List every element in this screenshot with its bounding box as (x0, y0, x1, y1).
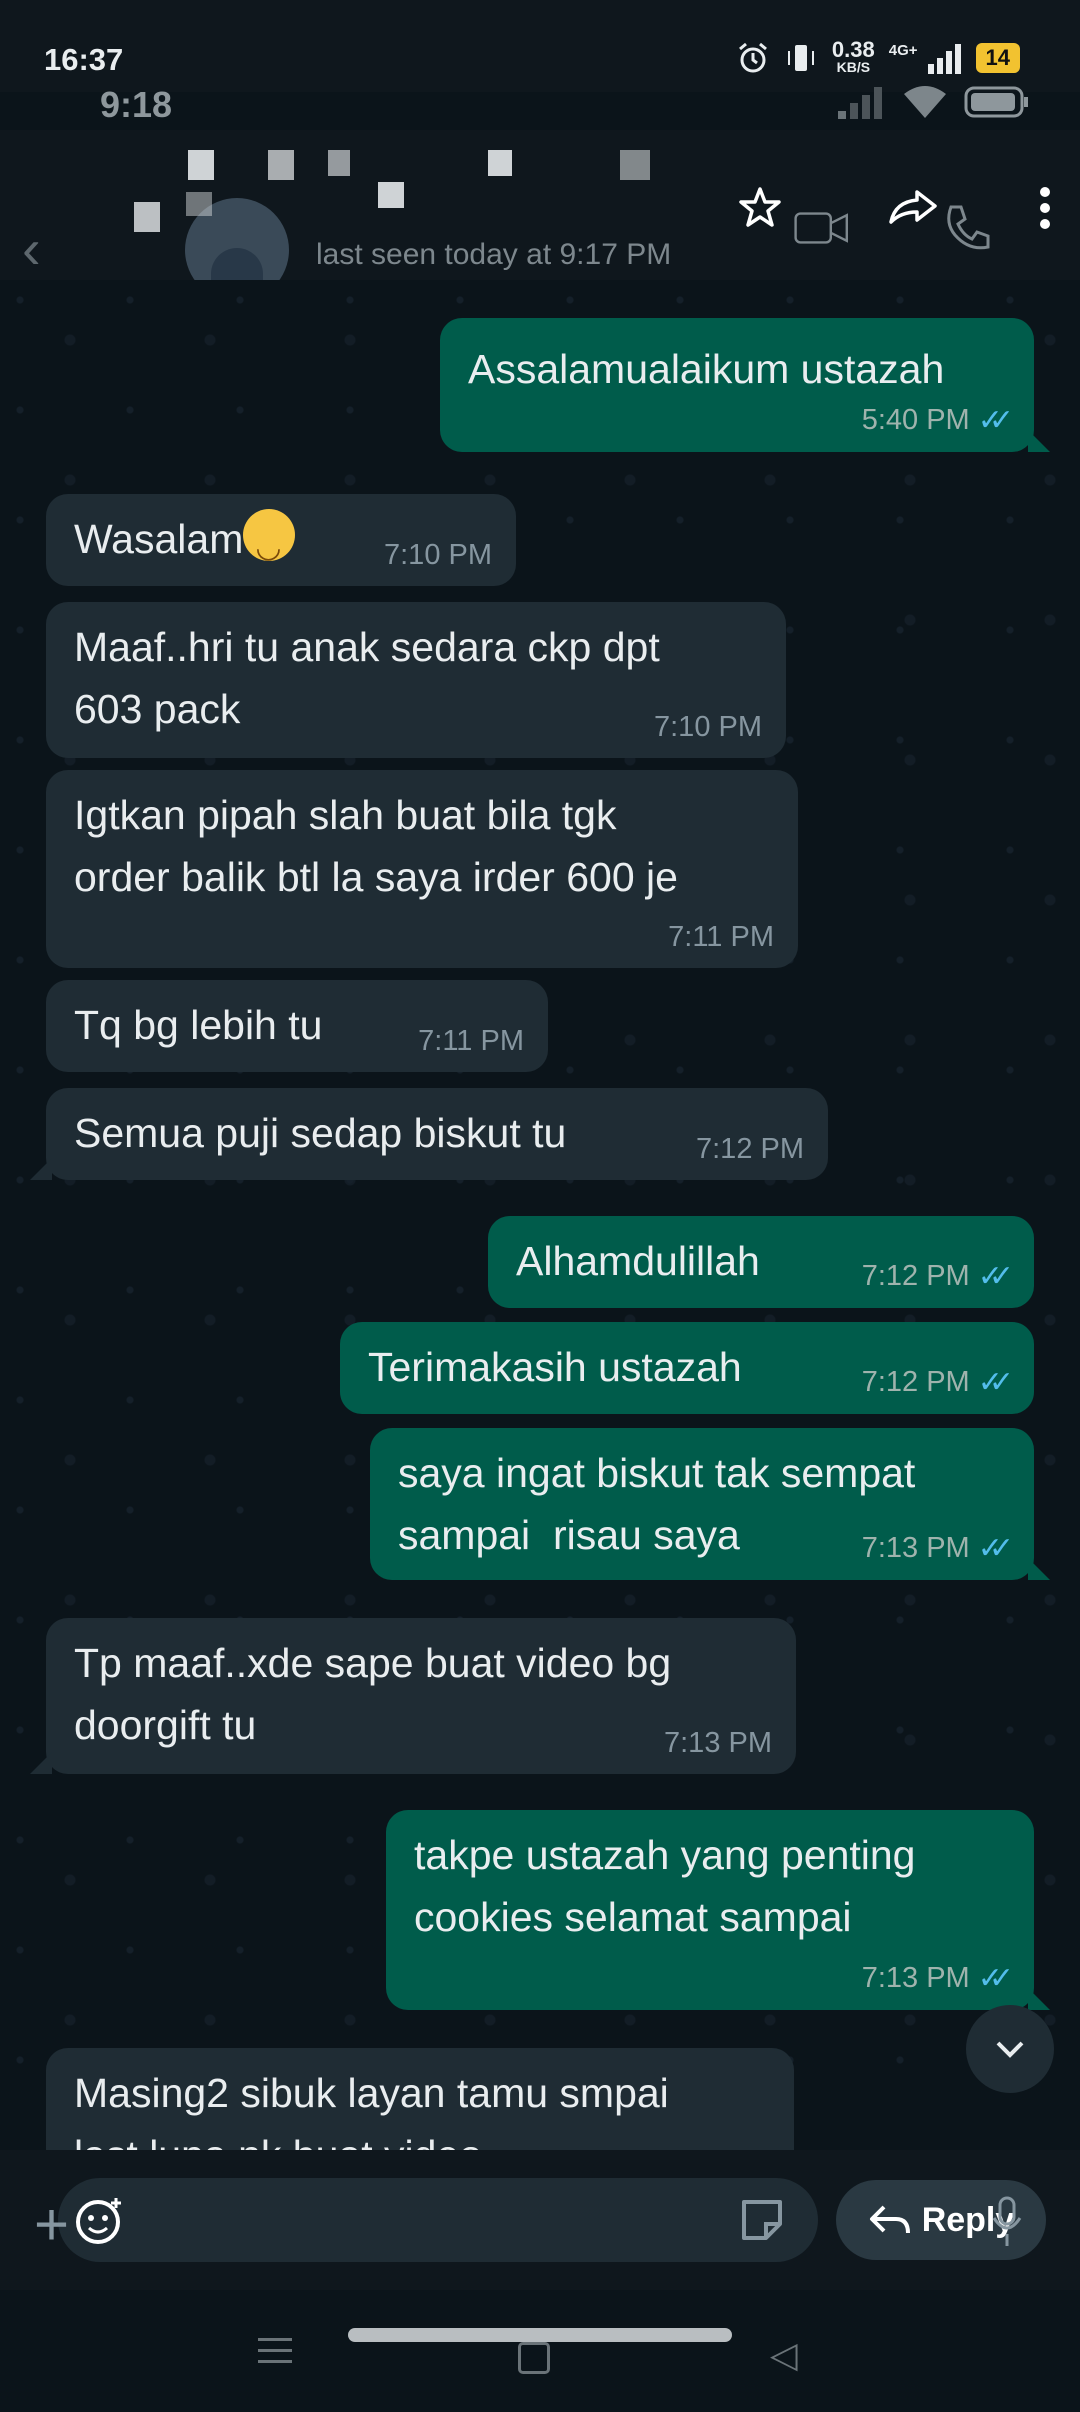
message-bubble-outgoing[interactable]: Assalamualaikum ustazah 5:40 PM ✓✓ (440, 318, 1050, 452)
star-icon[interactable] (732, 180, 788, 236)
message-text: Masing2 sibuk layan tamu smpai last lupa… (74, 2070, 669, 2160)
recent-apps-icon[interactable] (258, 2330, 292, 2371)
read-receipt-icon: ✓✓ (977, 1366, 1014, 1399)
message-time: 7:12 PM (696, 1133, 804, 1165)
status-time: 16:37 (44, 42, 124, 77)
alarm-icon (738, 42, 767, 72)
message-list[interactable]: Assalamualaikum ustazah 5:40 PM ✓✓ Wasala… (0, 280, 1080, 2160)
reply-icon (869, 2205, 910, 2234)
video-call-icon[interactable] (794, 200, 850, 256)
message-text: takpe ustazah yang penting cookies selam… (414, 1832, 916, 1940)
message-time: 5:40 PM (861, 404, 970, 436)
message-bubble-incoming[interactable]: Maaf..hri tu anak sedara ckp dpt 603 pac… (46, 602, 786, 758)
read-receipt-icon: ✓✓ (977, 1260, 1014, 1293)
back-nav-icon[interactable]: ◁ (770, 2334, 798, 2376)
read-receipt-icon: ✓✓ (977, 1532, 1014, 1565)
message-time: 7:10 PM (384, 539, 492, 571)
message-bubble-incoming[interactable]: Wasalam 7:10 PM (46, 494, 516, 586)
network-speed: 0.38 KB/S (831, 37, 875, 75)
more-icon[interactable] (1030, 180, 1060, 236)
vibrate-icon (787, 44, 814, 71)
network-type: 4G+ (888, 42, 918, 59)
forward-icon[interactable] (886, 180, 942, 236)
message-bubble-incoming[interactable]: Igtkan pipah slah buat bila tgk order ba… (46, 770, 798, 968)
sticker-icon[interactable] (734, 2192, 790, 2248)
message-text: Igtkan pipah slah buat bila tgk order ba… (74, 792, 678, 900)
wifi-icon (904, 86, 946, 118)
message-time: 7:11 PM (668, 921, 774, 953)
back-icon[interactable]: ‹ (22, 216, 41, 281)
last-seen-status: last seen today at 9:17 PM (316, 238, 672, 271)
background-status-time: 9:18 (100, 84, 173, 125)
voice-call-icon[interactable] (938, 200, 994, 256)
chevron-down-icon (996, 2041, 1024, 2058)
plus-icon[interactable]: + (34, 2190, 69, 2259)
message-bubble-incoming[interactable]: Masing2 sibuk layan tamu smpai last lupa… (46, 2048, 794, 2160)
message-composer: + Reply (0, 2150, 1080, 2290)
message-text: Wasalam (74, 516, 244, 562)
smiling-face-emoji (243, 509, 296, 579)
message-text: Semua puji sedap biskut tu (74, 1110, 567, 1156)
battery-indicator: 14 (975, 42, 1020, 73)
message-bubble-incoming[interactable]: Tp maaf..xde sape buat video bg doorgift… (30, 1618, 796, 1774)
message-time: 7:10 PM (654, 711, 762, 743)
message-time: 7:13 PM (861, 1532, 970, 1564)
background-status-bar: 9:18 (0, 78, 1080, 132)
message-bubble-incoming[interactable]: Semua puji sedap biskut tu 7:12 PM (30, 1088, 828, 1180)
system-navigation-bar: ◁ (0, 2290, 1080, 2412)
message-bubble-outgoing[interactable]: takpe ustazah yang penting cookies selam… (386, 1810, 1050, 2010)
home-icon[interactable] (518, 2342, 550, 2374)
message-bubble-outgoing[interactable]: Terimakasih ustazah 7:12 PM ✓✓ (340, 1322, 1034, 1414)
chat-header: ‹ last seen today at 9:17 PM (0, 130, 1080, 302)
message-bubble-incoming[interactable]: Tq bg lebih tu 7:11 PM (46, 980, 548, 1072)
home-gesture-bar[interactable] (348, 2328, 732, 2342)
message-time: 7:13 PM (861, 1962, 970, 1994)
message-input[interactable] (58, 2178, 818, 2262)
message-text: Assalamualaikum ustazah (468, 346, 945, 392)
read-receipt-icon: ✓✓ (977, 1962, 1014, 1995)
message-bubble-outgoing[interactable]: Alhamdulillah 7:12 PM ✓✓ (488, 1216, 1034, 1308)
battery-icon (964, 86, 1028, 118)
message-time: 7:12 PM (861, 1366, 970, 1398)
message-time: 7:13 PM (664, 1727, 772, 1759)
signal-icon (838, 87, 882, 119)
message-bubble-outgoing[interactable]: saya ingat biskut tak sempat sampai risa… (370, 1428, 1050, 1580)
read-receipt-icon: ✓✓ (977, 404, 1014, 437)
microphone-icon[interactable] (990, 2194, 1024, 2248)
emoji-icon[interactable] (72, 2192, 128, 2248)
scroll-to-bottom-button[interactable] (966, 2005, 1054, 2093)
message-time: 7:12 PM (861, 1260, 970, 1292)
signal-icon (927, 43, 961, 74)
message-time: 7:11 PM (418, 1025, 524, 1057)
